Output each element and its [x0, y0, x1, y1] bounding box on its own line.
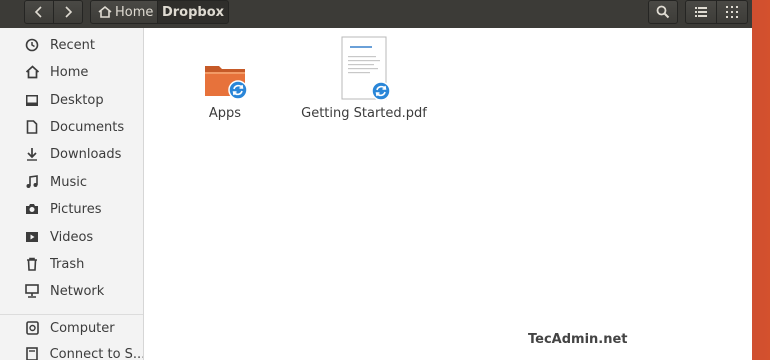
breadcrumb-current[interactable]: Dropbox — [157, 0, 229, 24]
download-icon — [24, 146, 40, 162]
grid-view-icon — [726, 6, 738, 18]
computer-icon — [24, 320, 40, 336]
sidebar-item-recent[interactable]: Recent — [0, 33, 143, 57]
forward-button[interactable] — [53, 0, 83, 24]
sidebar-item-label: Trash — [50, 256, 85, 272]
file-item-getting-started-pdf[interactable]: Getting Started.pdf — [294, 36, 434, 121]
chevron-left-icon — [34, 6, 42, 18]
sidebar-item-downloads[interactable]: Downloads — [0, 142, 143, 166]
sidebar-item-home[interactable]: Home — [0, 60, 143, 84]
sidebar-item-label: Connect to S... — [49, 346, 143, 360]
video-icon — [24, 229, 40, 245]
sidebar-item-label: Pictures — [50, 201, 102, 217]
search-button[interactable] — [648, 0, 678, 24]
sidebar-item-label: Music — [50, 174, 87, 190]
sidebar-item-network[interactable]: Network — [0, 279, 143, 303]
folder-icon — [205, 66, 248, 100]
sync-icon — [228, 80, 248, 100]
pdf-document-icon — [341, 36, 391, 101]
breadcrumb-home[interactable]: Home — [90, 0, 158, 24]
sidebar-item-computer[interactable]: Computer — [0, 316, 143, 340]
list-view-icon — [695, 7, 707, 17]
sidebar-item-label: Videos — [50, 229, 94, 245]
sidebar-item-documents[interactable]: Documents — [0, 115, 143, 139]
file-manager-window: Home Dropbox Recent Home Desktop Documen… — [0, 0, 752, 360]
sidebar-item-trash[interactable]: Trash — [0, 252, 143, 276]
sidebar-item-label: Desktop — [50, 92, 104, 108]
header-bar: Home Dropbox — [0, 0, 752, 29]
desktop-icon — [24, 92, 40, 108]
sync-icon — [371, 81, 391, 101]
sidebar-divider — [0, 314, 143, 315]
sidebar-item-label: Recent — [50, 37, 95, 53]
list-view-button[interactable] — [685, 0, 717, 24]
chevron-right-icon — [65, 6, 73, 18]
file-item-apps[interactable]: Apps — [188, 58, 262, 121]
sidebar: Recent Home Desktop Documents Downloads … — [0, 28, 144, 360]
sidebar-item-label: Computer — [50, 320, 115, 336]
file-view: Apps Getting Started.pdf TecAdmin.net — [144, 28, 752, 360]
search-icon — [656, 5, 670, 19]
sidebar-item-pictures[interactable]: Pictures — [0, 197, 143, 221]
camera-icon — [24, 201, 40, 217]
file-name: Apps — [208, 106, 242, 121]
back-button[interactable] — [24, 0, 54, 24]
trash-icon — [24, 256, 40, 272]
sidebar-item-music[interactable]: Music — [0, 170, 143, 194]
sidebar-item-label: Network — [50, 283, 105, 299]
watermark: TecAdmin.net — [528, 332, 628, 347]
home-icon — [24, 64, 40, 80]
music-icon — [24, 174, 40, 190]
file-name: Getting Started.pdf — [301, 106, 427, 121]
breadcrumb-current-label: Dropbox — [161, 4, 225, 20]
sidebar-item-videos[interactable]: Videos — [0, 225, 143, 249]
document-icon — [24, 119, 40, 135]
clock-icon — [24, 37, 40, 53]
breadcrumb-home-label: Home — [115, 4, 154, 20]
sidebar-item-label: Downloads — [50, 146, 122, 162]
sidebar-item-label: Documents — [50, 119, 125, 135]
home-icon — [98, 5, 112, 18]
sidebar-item-desktop[interactable]: Desktop — [0, 88, 143, 112]
sidebar-item-connect-to-server[interactable]: Connect to S... — [0, 342, 143, 360]
sidebar-item-label: Home — [50, 64, 89, 80]
server-icon — [24, 346, 40, 360]
grid-view-button[interactable] — [716, 0, 748, 24]
network-icon — [24, 283, 40, 299]
